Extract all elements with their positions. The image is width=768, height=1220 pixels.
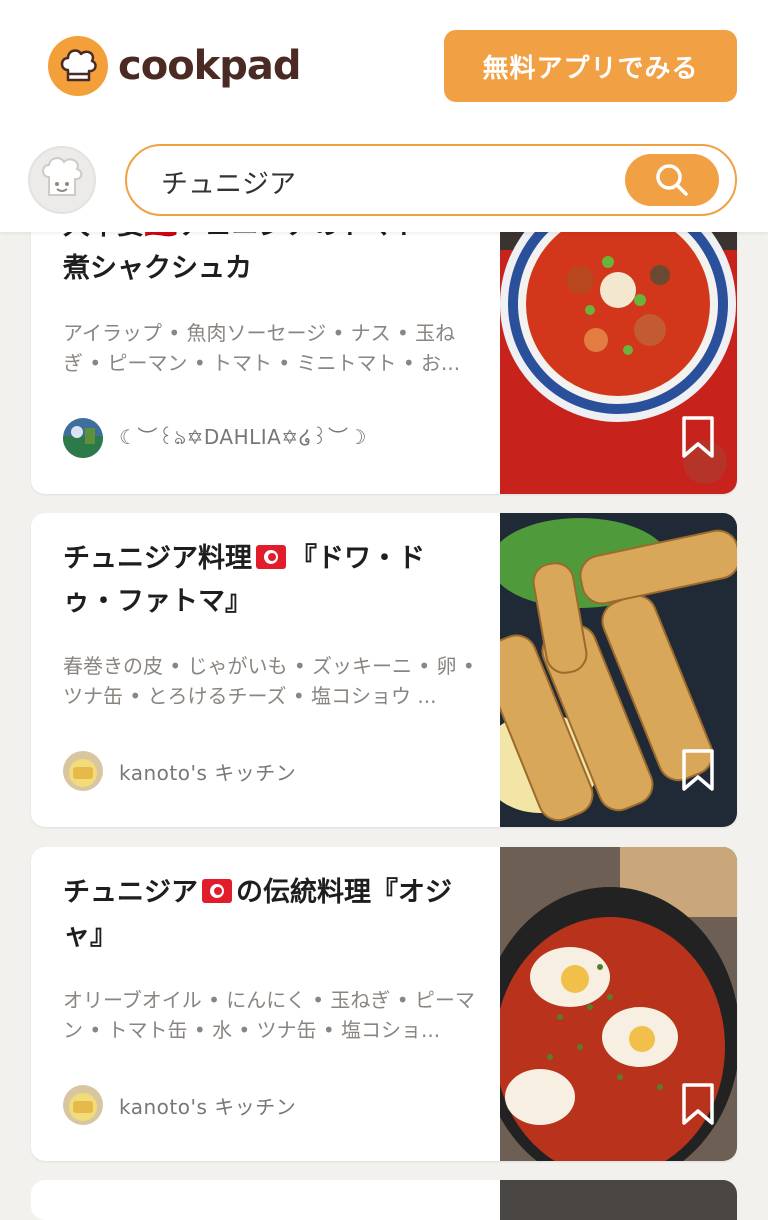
recipe-card[interactable]: [31, 1180, 737, 1220]
recipe-title[interactable]: チュニジア料理 『ドワ・ドゥ・ファトマ』: [63, 537, 475, 623]
recipe-ingredients: アイラップ • 魚肉ソーセージ • ナス • 玉ねぎ • ピーマン • トマト …: [63, 321, 461, 375]
tunisia-flag-icon: [202, 879, 232, 903]
author-avatar: [63, 418, 103, 458]
bookmark-icon[interactable]: [680, 414, 716, 460]
recipe-ingredients: オリーブオイル • にんにく • 玉ねぎ • ピーマン • トマト缶 • 水 •…: [63, 988, 475, 1042]
site-header: cookpad 無料アプリでみる: [0, 0, 768, 232]
author-name: ☾︎︶꒰ঌ✡︎DAHLIA✡︎໒꒱︶☽︎: [119, 424, 367, 449]
recipe-title-line2: 煮シャクシュカ: [63, 253, 252, 284]
recipe-title-part: チュニジア料理: [63, 543, 252, 574]
bookmark-icon[interactable]: [680, 747, 716, 793]
recipe-card[interactable]: チュニジア の伝統料理『オジャ』 オリーブオイル • にんにく • 玉ねぎ • ピ…: [31, 847, 737, 1161]
recipe-author[interactable]: ☾︎︶꒰ঌ✡︎DAHLIA✡︎໒꒱︶☽︎: [63, 418, 367, 458]
chef-hat-icon: [48, 36, 108, 96]
recipe-title[interactable]: チュニジア の伝統料理『オジャ』: [63, 871, 475, 957]
recipe-ingredients: 春巻きの皮 • じゃがいも • ズッキーニ • 卵 • ツナ缶 • とろけるチー…: [63, 654, 475, 708]
recipe-author[interactable]: kanoto's キッチン: [63, 1085, 296, 1125]
recipe-title-part: チュニジア: [63, 877, 198, 908]
user-avatar-button[interactable]: [28, 146, 96, 214]
recipe-card[interactable]: チュニジア料理 『ドワ・ドゥ・ファトマ』 春巻きの皮 • じゃがいも • ズッキー…: [31, 513, 737, 827]
author-name: kanoto's キッチン: [119, 760, 297, 785]
recipe-card-body: チュニジア の伝統料理『オジャ』 オリーブオイル • にんにく • 玉ねぎ • ピ…: [63, 847, 475, 1161]
bookmark-icon[interactable]: [680, 1081, 716, 1127]
author-name: kanoto's キッチン: [119, 1094, 297, 1119]
recipe-author[interactable]: kanoto's キッチン: [63, 751, 296, 791]
author-avatar: [63, 1085, 103, 1125]
recipe-card-body: チュニジア料理 『ドワ・ドゥ・ファトマ』 春巻きの皮 • じゃがいも • ズッキー…: [63, 513, 475, 827]
search-icon: [656, 164, 688, 196]
recipe-image[interactable]: [500, 513, 737, 827]
open-app-button[interactable]: 無料アプリでみる: [444, 30, 737, 102]
logo-text: cookpad: [118, 43, 302, 89]
recipe-image[interactable]: [500, 847, 737, 1161]
search-input[interactable]: [159, 158, 613, 204]
chef-face-icon: [42, 157, 83, 196]
search-button[interactable]: [625, 154, 719, 206]
cookpad-logo[interactable]: cookpad: [48, 36, 302, 96]
recipe-image[interactable]: [500, 1180, 737, 1220]
tunisia-flag-icon: [256, 545, 286, 569]
author-avatar: [63, 751, 103, 791]
search-bar: [125, 144, 737, 216]
